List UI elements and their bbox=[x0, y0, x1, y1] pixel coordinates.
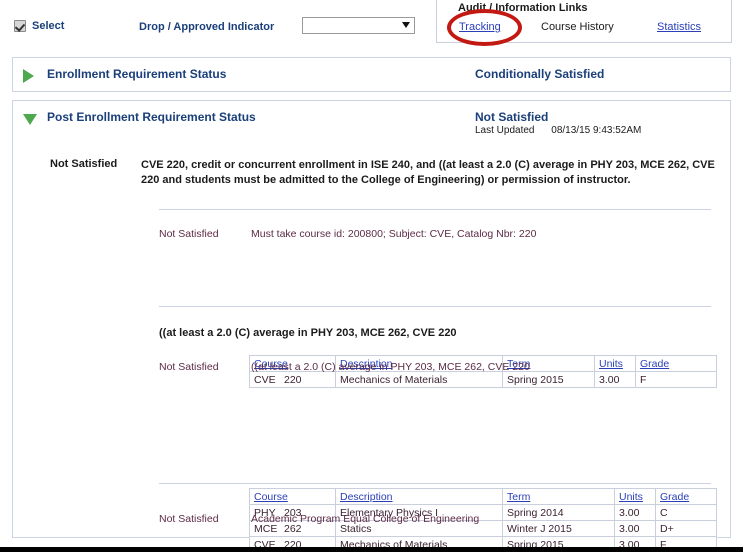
cell-term: Winter J 2015 bbox=[502, 520, 615, 537]
column-header-units[interactable]: Units bbox=[594, 355, 636, 372]
chevron-right-icon[interactable] bbox=[23, 69, 34, 83]
select-label: Select bbox=[32, 20, 65, 32]
column-header-grade[interactable]: Grade bbox=[655, 488, 717, 505]
cell-units: 3.00 bbox=[614, 504, 656, 521]
sub-requirement-1-status: Not Satisfied bbox=[159, 228, 219, 240]
requirement-status-label: Not Satisfied bbox=[50, 158, 118, 170]
select-checkbox-group[interactable]: Select bbox=[14, 20, 64, 32]
link-course-history[interactable]: Course History bbox=[541, 21, 614, 33]
link-statistics[interactable]: Statistics bbox=[657, 21, 701, 33]
link-tracking[interactable]: Tracking bbox=[459, 21, 501, 33]
divider-2 bbox=[159, 306, 711, 307]
section-post-enrollment-requirement-status: Post Enrollment Requirement Status Not S… bbox=[12, 100, 731, 552]
section-enrollment-title: Enrollment Requirement Status bbox=[47, 67, 227, 81]
last-updated-value: 08/13/15 9:43:52AM bbox=[551, 125, 642, 136]
column-header-course[interactable]: Course bbox=[249, 488, 336, 505]
cell-term: Spring 2015 bbox=[502, 371, 595, 388]
group-heading: ((at least a 2.0 (C) average in PHY 203,… bbox=[159, 327, 457, 339]
cell-grade: C bbox=[655, 504, 717, 521]
select-checkbox[interactable] bbox=[14, 20, 26, 32]
chevron-down-section-icon[interactable] bbox=[23, 114, 37, 125]
cell-term: Spring 2014 bbox=[502, 504, 615, 521]
cell-course: CVE 220 bbox=[249, 371, 336, 388]
requirement-description: CVE 220, credit or concurrent enrollment… bbox=[141, 159, 715, 186]
column-header-grade[interactable]: Grade bbox=[635, 355, 717, 372]
drop-approved-indicator-select[interactable] bbox=[302, 17, 415, 34]
audit-links-row: Tracking Course History Statistics bbox=[437, 19, 733, 39]
audit-information-links-title: Audit / Information Links bbox=[458, 2, 588, 14]
section-post-enrollment-status: Not Satisfied bbox=[475, 110, 549, 124]
section-enrollment-status: Conditionally Satisfied bbox=[475, 67, 605, 81]
sub-requirement-2-text: ((at least a 2.0 (C) average in PHY 203,… bbox=[251, 361, 530, 373]
last-updated-label: Last Updated bbox=[475, 125, 535, 136]
page-root: Select Drop / Approved Indicator Audit /… bbox=[0, 0, 743, 552]
cell-description: Mechanics of Materials bbox=[335, 371, 503, 388]
column-header-units[interactable]: Units bbox=[614, 488, 656, 505]
sub-requirement-2-status: Not Satisfied bbox=[159, 361, 219, 373]
section-post-enrollment-title: Post Enrollment Requirement Status bbox=[47, 110, 256, 124]
bottom-black-bar bbox=[0, 547, 743, 552]
cell-grade: D+ bbox=[655, 520, 717, 537]
section-post-enrollment-last-updated: Last Updated 08/13/15 9:43:52AM bbox=[475, 125, 641, 136]
audit-information-links-box: Audit / Information Links Tracking Cours… bbox=[436, 0, 732, 43]
drop-approved-indicator-label: Drop / Approved Indicator bbox=[139, 21, 275, 33]
cell-units: 3.00 bbox=[594, 371, 636, 388]
cell-grade: F bbox=[635, 371, 717, 388]
table-header-row: Course Description Term Units Grade bbox=[249, 488, 717, 505]
table-row: CVE 220 Mechanics of Materials Spring 201… bbox=[249, 371, 717, 388]
column-header-term[interactable]: Term bbox=[502, 488, 615, 505]
chevron-down-icon bbox=[402, 22, 410, 28]
cell-units: 3.00 bbox=[614, 520, 656, 537]
column-header-description[interactable]: Description bbox=[335, 488, 503, 505]
sub-requirement-3-status: Not Satisfied bbox=[159, 513, 219, 525]
sub-requirement-1-text: Must take course id: 200800; Subject: CV… bbox=[251, 228, 537, 240]
divider-3 bbox=[159, 483, 711, 484]
divider-1 bbox=[159, 209, 711, 210]
sub-requirement-3-text: Academic Program Equal College of Engine… bbox=[251, 513, 480, 525]
section-enrollment-requirement-status[interactable]: Enrollment Requirement Status Conditiona… bbox=[12, 57, 731, 92]
